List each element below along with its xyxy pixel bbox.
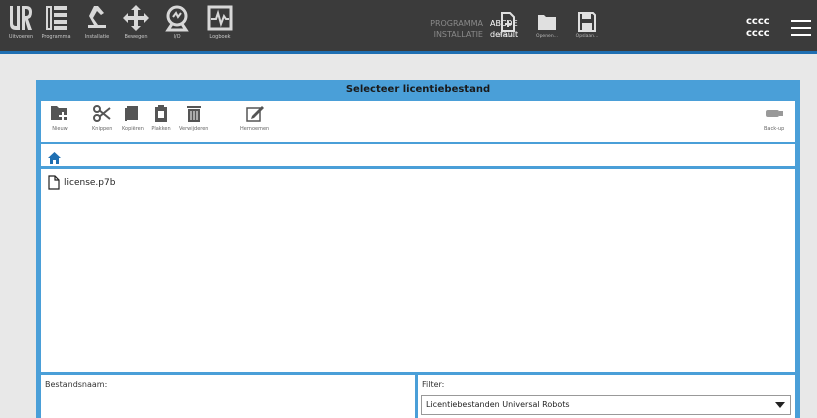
- file-name: license.p7b: [64, 177, 116, 188]
- hamburger-menu-icon[interactable]: [791, 20, 811, 37]
- dialog-title: Selecteer licentiebestand: [345, 84, 491, 95]
- usb-drive-icon: [766, 110, 784, 117]
- tool-label: Kopiëren: [122, 126, 144, 132]
- nav-program[interactable]: Programma: [39, 4, 73, 50]
- clipboard-icon: [155, 105, 167, 122]
- new-folder-icon: [51, 106, 67, 120]
- program-key: PROGRAMMA: [430, 19, 483, 28]
- io-icon: [165, 5, 189, 32]
- cut-button[interactable]: Knippen: [92, 105, 112, 132]
- save-program-label: Opslaan...: [575, 34, 599, 39]
- folder-icon: [538, 15, 556, 30]
- open-program-label: Openen...: [536, 34, 558, 39]
- user-line-1: cccc: [746, 16, 770, 27]
- user-info: cccc cccc: [746, 16, 770, 40]
- list-item[interactable]: license.p7b: [48, 175, 115, 190]
- tool-label: Hernoemen: [240, 126, 270, 132]
- program-info-keys: PROGRAMMA INSTALLATIE: [383, 18, 483, 40]
- open-program-button[interactable]: Openen...: [530, 11, 564, 39]
- new-folder-button[interactable]: Nieuw: [50, 105, 70, 132]
- new-program-label: Nieuw...: [499, 34, 517, 39]
- nav-label: I/O: [173, 34, 181, 40]
- ur-logo-icon: [10, 6, 32, 30]
- file-icon: [48, 175, 60, 190]
- rename-button[interactable]: Hernoemen: [240, 105, 269, 132]
- select-license-dialog: Selecteer licentiebestand Nieuw Knippen …: [36, 80, 800, 418]
- copy-icon: [124, 106, 138, 121]
- nav-label: Programma: [41, 34, 71, 40]
- filter-label: Filter:: [422, 380, 445, 389]
- tool-label: Plakken: [151, 126, 171, 132]
- copy-button[interactable]: Kopiëren: [122, 105, 144, 132]
- path-breadcrumb: [41, 144, 795, 166]
- edit-icon: [245, 106, 264, 122]
- delete-button[interactable]: Verwijderen: [179, 105, 208, 132]
- tool-label: Nieuw: [52, 126, 68, 132]
- scissors-icon: [93, 105, 111, 122]
- filter-dropdown[interactable]: Licentiebestanden Universal Robots: [421, 395, 791, 415]
- installation-icon: [88, 6, 106, 28]
- tool-label: Verwijderen: [179, 126, 209, 132]
- program-icon: [46, 6, 67, 30]
- nav-io[interactable]: I/O: [160, 4, 194, 50]
- backup-button[interactable]: Back-up: [764, 105, 784, 132]
- new-file-icon: [501, 12, 515, 32]
- nav-installation[interactable]: Installatie: [80, 4, 114, 50]
- nav-label: Installatie: [84, 34, 110, 40]
- file-list: license.p7b: [41, 169, 795, 372]
- filter-value: Licentiebestanden Universal Robots: [426, 400, 570, 409]
- filter-panel: Filter: Licentiebestanden Universal Robo…: [418, 375, 795, 418]
- nav-log[interactable]: Logboek: [200, 4, 240, 50]
- filename-label: Bestandsnaam:: [45, 380, 108, 389]
- header-underline: [0, 51, 817, 54]
- installation-key: INSTALLATIE: [433, 30, 483, 39]
- nav-label: Uitvoeren: [8, 34, 34, 40]
- filename-panel[interactable]: Bestandsnaam:: [41, 375, 415, 418]
- nav-label: Bewegen: [124, 34, 148, 40]
- save-program-button[interactable]: Opslaan...: [570, 11, 604, 39]
- nav-run[interactable]: Uitvoeren: [4, 4, 38, 50]
- dropdown-arrow-icon: [775, 402, 785, 408]
- move-icon: [123, 5, 149, 31]
- nav-label: Logboek: [209, 34, 231, 40]
- home-icon[interactable]: [48, 149, 61, 168]
- top-bar: Uitvoeren Programma Installatie Bewegen: [0, 0, 817, 52]
- save-icon: [578, 12, 596, 32]
- log-icon: [207, 5, 233, 31]
- trash-icon: [186, 106, 201, 122]
- nav-move[interactable]: Bewegen: [119, 4, 153, 50]
- tool-label: Back-up: [764, 126, 785, 132]
- tool-label: Knippen: [92, 126, 113, 132]
- paste-button[interactable]: Plakken: [151, 105, 171, 132]
- user-line-2: cccc: [746, 28, 770, 39]
- new-program-button[interactable]: Nieuw...: [494, 11, 522, 39]
- file-toolbar: Nieuw Knippen Kopiëren Plakken Verwijder…: [41, 101, 795, 142]
